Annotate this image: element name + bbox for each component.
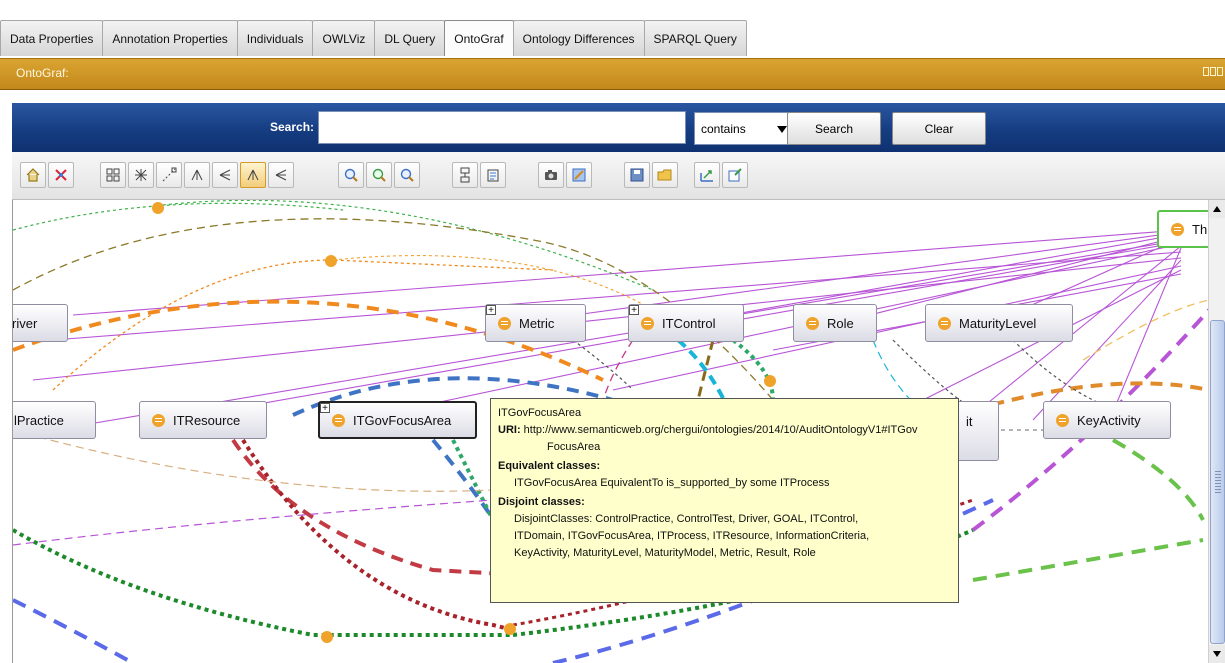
node-driver[interactable]: river xyxy=(12,304,68,342)
tab-individuals[interactable]: Individuals xyxy=(236,20,314,56)
node-result[interactable]: it xyxy=(953,401,999,461)
search-input[interactable] xyxy=(318,111,686,144)
node-label: lPractice xyxy=(14,412,64,428)
tooltip-disjoint-line: ITDomain, ITGovFocusArea, ITProcess, ITR… xyxy=(514,530,870,542)
export-icon[interactable] xyxy=(694,162,720,188)
open-icon[interactable] xyxy=(652,162,678,188)
no-arrange-icon[interactable] xyxy=(48,162,74,188)
view-title: OntoGraf: xyxy=(16,66,69,80)
configure-icon[interactable] xyxy=(566,162,592,188)
node-controlpractice[interactable]: lPractice xyxy=(13,401,96,439)
view-tab-bar: Data Properties Annotation Properties In… xyxy=(0,0,1225,56)
node-itcontrol[interactable]: + ITControl xyxy=(628,304,744,342)
horizontal-tree-icon[interactable] xyxy=(268,162,294,188)
search-bar: Search: contains Search Clear xyxy=(12,103,1225,152)
tooltip-disjoint-line: DisjointClasses: ControlPractice, Contro… xyxy=(514,513,859,525)
node-label: MaturityLevel xyxy=(959,315,1037,331)
node-itgovfocusarea[interactable]: + ITGovFocusArea xyxy=(318,401,477,439)
grid-layout-icon[interactable] xyxy=(100,162,126,188)
class-icon xyxy=(806,316,819,330)
scroll-up-icon[interactable] xyxy=(1209,200,1225,218)
filter-arcs-icon[interactable] xyxy=(480,162,506,188)
node-itresource[interactable]: ITResource xyxy=(139,401,267,439)
tab-dl-query[interactable]: DL Query xyxy=(374,20,446,56)
class-icon xyxy=(641,316,654,330)
expand-icon[interactable]: + xyxy=(320,403,330,414)
save-icon[interactable] xyxy=(624,162,650,188)
tab-ontology-differences[interactable]: Ontology Differences xyxy=(512,20,645,56)
tree-left-icon[interactable] xyxy=(212,162,238,188)
tab-data-properties[interactable]: Data Properties xyxy=(0,20,104,56)
expand-icon[interactable]: + xyxy=(629,305,639,316)
view-window-controls[interactable] xyxy=(1203,67,1223,76)
snapshot-icon[interactable] xyxy=(538,162,564,188)
dropdown-arrow-icon xyxy=(777,126,787,133)
tooltip-uri-continued: FocusArea xyxy=(547,441,601,453)
tooltip-uri: URI: http://www.semanticweb.org/chergui/… xyxy=(498,422,951,439)
tooltip-disjoint-heading: Disjoint classes: xyxy=(498,496,585,508)
filter-nodes-icon[interactable] xyxy=(452,162,478,188)
node-thing[interactable]: Th xyxy=(1157,210,1209,248)
tooltip-uri-value: http://www.semanticweb.org/chergui/ontol… xyxy=(523,424,918,436)
node-label: Role xyxy=(827,315,854,331)
tab-list: Data Properties Annotation Properties In… xyxy=(0,20,747,56)
class-tooltip: ITGovFocusArea URI: http://www.semanticw… xyxy=(490,398,959,603)
node-label: KeyActivity xyxy=(1077,412,1141,428)
vertical-scrollbar[interactable] xyxy=(1208,200,1225,663)
class-icon xyxy=(498,316,511,330)
grip-icon xyxy=(1215,471,1221,495)
zoom-in-icon[interactable] xyxy=(338,162,364,188)
node-label: Th xyxy=(1192,221,1208,237)
close-view-icon[interactable] xyxy=(1217,67,1223,76)
tooltip-disjoint-line: KeyActivity, MaturityLevel, MaturityMode… xyxy=(514,547,816,559)
clear-button[interactable]: Clear xyxy=(892,112,986,145)
split-view-icon[interactable] xyxy=(1210,67,1216,76)
tab-annotation-properties[interactable]: Annotation Properties xyxy=(102,20,238,56)
class-icon xyxy=(938,316,951,330)
search-label: Search: xyxy=(270,120,315,134)
expand-icon[interactable]: + xyxy=(486,305,496,316)
node-keyactivity[interactable]: KeyActivity xyxy=(1043,401,1171,439)
tooltip-title: ITGovFocusArea xyxy=(498,407,582,419)
node-label: ITControl xyxy=(662,315,716,331)
graph-toolbar xyxy=(12,152,1225,200)
tooltip-equivalent-text: ITGovFocusArea EquivalentTo is_supported… xyxy=(514,477,830,489)
node-metric[interactable]: + Metric xyxy=(485,304,586,342)
node-label: ITGovFocusArea xyxy=(353,412,452,428)
tab-owlviz[interactable]: OWLViz xyxy=(312,20,376,56)
scroll-down-icon[interactable] xyxy=(1209,645,1225,663)
scrollbar-thumb[interactable] xyxy=(1210,320,1225,644)
zoom-fit-icon[interactable] xyxy=(366,162,392,188)
match-mode-select[interactable]: contains xyxy=(694,112,794,145)
node-label: Metric xyxy=(519,315,555,331)
tab-ontograf[interactable]: OntoGraf xyxy=(444,20,514,56)
search-button[interactable]: Search xyxy=(787,112,881,145)
node-label: river xyxy=(12,315,38,331)
class-icon xyxy=(332,413,345,427)
node-role[interactable]: Role xyxy=(793,304,877,342)
notes-icon[interactable] xyxy=(722,162,748,188)
tooltip-equivalent-heading: Equivalent classes: xyxy=(498,460,601,472)
node-label: ITResource xyxy=(173,412,241,428)
spring-layout-icon[interactable] xyxy=(128,162,154,188)
restore-view-icon[interactable] xyxy=(1203,67,1209,76)
tree-down-icon[interactable] xyxy=(184,162,210,188)
home-icon[interactable] xyxy=(20,162,46,188)
radial-layout-icon[interactable] xyxy=(156,162,182,188)
tooltip-uri-label: URI: xyxy=(498,424,521,436)
vertical-tree-icon[interactable] xyxy=(240,162,266,188)
zoom-out-icon[interactable] xyxy=(394,162,420,188)
match-mode-value: contains xyxy=(701,121,746,136)
class-icon xyxy=(1171,222,1184,236)
class-icon xyxy=(152,413,165,427)
view-header: OntoGraf: xyxy=(0,58,1225,90)
tab-sparql-query[interactable]: SPARQL Query xyxy=(643,20,747,56)
class-icon xyxy=(1056,413,1069,427)
node-maturitylevel[interactable]: MaturityLevel xyxy=(925,304,1073,342)
